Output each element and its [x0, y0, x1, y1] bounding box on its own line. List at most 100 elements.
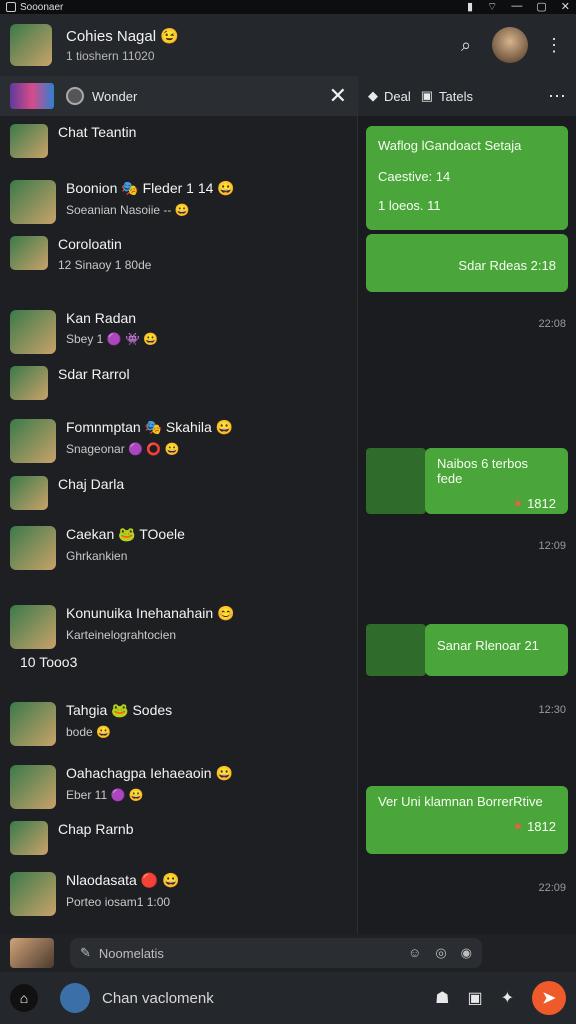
chat-list-item[interactable]: Chat Teantin — [10, 124, 136, 158]
composer-avatar — [10, 938, 54, 968]
chat-list-item[interactable]: Nlaodasata 🔴 😀 Porteo iosam1 1:00 — [10, 872, 179, 916]
maximize-icon[interactable]: ▢ — [536, 0, 546, 14]
composer-input[interactable]: ✎ Noomelatis ☺ ◎ ◉ — [70, 938, 482, 968]
chat-list-item[interactable]: Caekan 🐸 TOoele Ghrkankien — [10, 526, 185, 570]
message-timestamp: 22:09 — [538, 882, 566, 894]
tab-tatels-label: Tatels — [439, 88, 474, 104]
chat-name: Chaj Darla — [58, 476, 125, 492]
bottom-bar: ⌂ Chan vaclomenk ☗ ▣ ✦ ➤ — [0, 972, 576, 1024]
chat-preview: 12 Sinaoy 1 80de — [58, 258, 152, 272]
sticker-icon[interactable]: ☗ — [435, 988, 449, 1008]
chat-list-item[interactable]: Kan Radan Sbey 1 🟣 👾 😀 — [10, 310, 158, 354]
conversation-panel: ◆ Deal ▣ Tatels ⋯ Waflog lGandoact Setaja … — [357, 76, 576, 934]
message-icon — [60, 983, 90, 1013]
conversation-tabs: ◆ Deal ▣ Tatels ⋯ — [358, 76, 576, 116]
composer-placeholder: Noomelatis — [98, 945, 164, 961]
chat-preview: Snageonar 🟣 ⭕ 😀 — [66, 442, 180, 456]
chat-preview: Porteo iosam1 1:00 — [66, 895, 171, 909]
message-bubble[interactable]: Naibos 6 terbos fede ✶ 1812 — [425, 448, 568, 514]
message-text: Naibos 6 terbos fede — [437, 456, 529, 486]
chat-name: Chat Teantin — [58, 124, 137, 140]
chat-list-item[interactable]: Chap Rarnb — [10, 821, 134, 855]
chat-list-item[interactable]: Fomnmptan 🎭 Skahila 😀 Snageonar 🟣 ⭕ 😀 — [10, 419, 233, 463]
tag-icon: ◆ — [368, 88, 378, 103]
tab-tatels[interactable]: ▣ Tatels — [421, 88, 473, 104]
close-window-icon[interactable]: ✕ — [561, 0, 570, 14]
more-horizontal-icon[interactable]: ⋯ — [548, 86, 566, 107]
bottom-tools: ☗ ▣ ✦ ➤ — [435, 981, 566, 1015]
message-text: Ver Uni klamnan BorrerRtive — [378, 794, 543, 809]
chat-list-item[interactable]: Coroloatin 12 Sinaoy 1 80de — [10, 236, 151, 272]
chat-name: Boonion 🎭 Fleder 1 14 😀 — [66, 180, 235, 196]
chat-preview: Ghrkankien — [66, 549, 128, 563]
chat-list-item[interactable]: Chaj Darla — [10, 476, 124, 510]
message-bubble[interactable]: Ver Uni klamnan BorrerRtive ✶ 1812 — [366, 786, 568, 854]
message-text: 1 loeos. 11 — [378, 198, 441, 213]
chat-list-item[interactable]: Tahgia 🐸 Sodes bode 😀 — [10, 702, 172, 746]
more-vertical-icon[interactable]: ⋮ — [542, 33, 566, 57]
message-bubble[interactable]: Sdar Rdeas 2:18 — [366, 234, 568, 292]
chat-name: Chap Rarnb — [58, 821, 134, 837]
chat-avatar — [10, 180, 56, 224]
chat-avatar — [10, 124, 48, 158]
close-icon[interactable]: ✕ — [329, 83, 347, 109]
chat-name: Kan Radan — [66, 310, 137, 326]
gallery-icon[interactable]: ▣ — [467, 988, 482, 1008]
header-avatar[interactable] — [10, 24, 52, 66]
composer-strip: ✎ Noomelatis ☺ ◎ ◉ — [0, 934, 576, 972]
message-bubble[interactable]: Sanar Rlenoar 21 — [425, 624, 568, 676]
chat-icon: ▣ — [420, 88, 434, 103]
chat-name: Caekan 🐸 TOoele — [66, 526, 185, 542]
minimize-icon[interactable]: — — [511, 0, 522, 14]
chat-list-item[interactable]: 10 Tooo3 — [10, 654, 77, 670]
search-icon[interactable]: ⌕ — [454, 33, 478, 57]
tab-deal-label: Deal — [384, 88, 411, 104]
message-shadow — [366, 448, 426, 514]
tab-deal[interactable]: ◆ Deal — [368, 88, 411, 104]
chat-list-panel: Wonder ✕ Chat Teantin Boonion 🎭 Fleder 1… — [0, 76, 357, 934]
chat-name: 10 Tooo3 — [20, 654, 78, 670]
chat-list-item[interactable]: Oahachagpa Iehaeaoin 😀 Eber 11 🟣 😀 — [10, 765, 233, 809]
chat-avatar — [10, 821, 48, 855]
attach-icon[interactable]: ✦ — [501, 988, 514, 1008]
chat-preview: bode 😀 — [66, 725, 111, 739]
camera-icon[interactable]: ◎ — [435, 945, 446, 961]
header-actions: ⌕ ⋮ — [454, 27, 566, 63]
home-icon[interactable]: ⌂ — [10, 984, 38, 1012]
chat-list-item[interactable]: Boonion 🎭 Fleder 1 14 😀 Soeanian Nasoiie… — [10, 180, 235, 224]
chat-name: Sdar Rarrol — [58, 366, 130, 382]
message-timestamp: 12:30 — [538, 704, 566, 716]
chat-avatar — [10, 236, 48, 270]
chat-name: Oahachagpa Iehaeaoin 😀 — [66, 765, 233, 781]
system-icons: ▮ ⌔ — ▢ ✕ — [467, 0, 570, 14]
system-status-bar: Sooonaer ▮ ⌔ — ▢ ✕ — [0, 0, 576, 14]
mic-icon[interactable]: ◉ — [461, 945, 472, 961]
message-shadow — [366, 624, 426, 676]
header-subtitle: 1 tioshern 11020 — [66, 49, 155, 63]
chat-avatar — [10, 765, 56, 809]
composer-tools: ☺ ◎ ◉ — [408, 945, 472, 961]
user-avatar[interactable] — [492, 27, 528, 63]
message-label: Chan vaclomenk — [102, 989, 214, 1007]
chat-name: Fomnmptan 🎭 Skahila 😀 — [66, 419, 234, 435]
message-text: Waflog lGandoact Setaja — [378, 138, 522, 153]
badge-text: 1812 — [527, 819, 556, 834]
send-button[interactable]: ➤ — [532, 981, 566, 1015]
chat-avatar — [10, 702, 56, 746]
chat-preview: Sbey 1 🟣 👾 😀 — [66, 332, 159, 346]
message-text: Caestive: 14 — [378, 169, 451, 184]
chat-avatar — [10, 872, 56, 916]
chat-list-item[interactable]: Sdar Rarrol — [10, 366, 130, 400]
chat-preview: Eber 11 🟣 😀 — [66, 788, 144, 802]
chat-avatar — [10, 310, 56, 354]
emoji-icon[interactable]: ☺ — [408, 945, 421, 961]
battery-icon: ▮ — [466, 1, 474, 13]
chat-name: Konunuika Inehanahain 😊 — [66, 605, 235, 621]
header-titles: Cohies Nagal 😉 1 tioshern 11020 — [66, 27, 179, 63]
message-compose-area[interactable]: Chan vaclomenk — [60, 983, 214, 1013]
chat-list-item[interactable]: Konunuika Inehanahain 😊 Karteinelograhto… — [10, 605, 234, 649]
message-bubble[interactable]: Waflog lGandoact Setaja Caestive: 14 1 l… — [366, 126, 568, 230]
chat-avatar — [10, 476, 48, 510]
message-timestamp: 12:09 — [538, 540, 566, 552]
search-badge — [66, 87, 84, 105]
